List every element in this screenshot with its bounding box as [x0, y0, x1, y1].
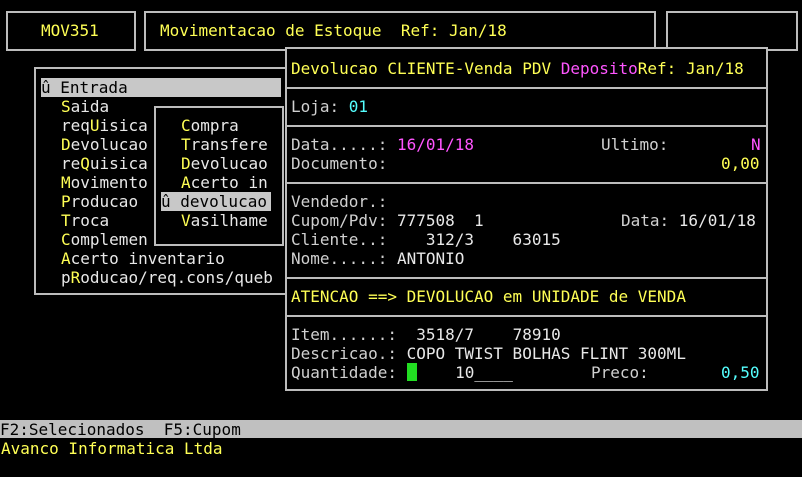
cliente-row: Cliente..: 312/3 63015	[291, 230, 561, 249]
company-name: Avanco Informatica Ltda	[1, 439, 223, 458]
warning-message: ATENCAO ==> DEVOLUCAO em UNIDADE de VEND…	[291, 287, 686, 306]
dialog-divider	[287, 182, 766, 184]
loja-row: Loja: 01	[291, 97, 369, 116]
cupom-row: Cupom/Pdv: 777508 1	[291, 211, 484, 230]
submenu-item-transfere[interactable]: Transfere	[181, 135, 268, 154]
preco-label: Preco:	[591, 363, 649, 382]
dialog-divider	[287, 125, 766, 127]
documento-value[interactable]: 0,00	[721, 154, 760, 173]
function-key-bar[interactable]: F2:Selecionados F5:Cupom	[0, 420, 802, 439]
preco-value[interactable]: 0,50	[721, 363, 760, 382]
descricao-value: COPO TWIST BOLHAS FLINT 300ML	[406, 344, 686, 363]
item-row: Item......: 3518/7 78910	[291, 325, 561, 344]
program-code: MOV351	[41, 21, 99, 40]
submenu-item-devolucao[interactable]: Devolucao	[181, 154, 268, 173]
data-row: Data.....: 16/01/18	[291, 135, 475, 154]
menu-item-producao[interactable]: Producao	[61, 192, 138, 211]
menu-item-movimento[interactable]: Movimento	[61, 173, 148, 192]
submenu-item-acerto-in[interactable]: Acerto in	[181, 173, 268, 192]
dialog-divider	[287, 87, 766, 89]
cliente-value: 312/3 63015	[387, 230, 561, 249]
item-value: 3518/7 78910	[396, 325, 561, 344]
documento-label: Documento:	[291, 154, 388, 173]
cupom-data: Data: 16/01/18	[621, 211, 756, 230]
quantidade-input[interactable]: 10____	[417, 363, 513, 382]
menu-item-requisica[interactable]: reqUisica	[61, 116, 148, 135]
nome-value: ANTONIO	[396, 249, 465, 268]
quantidade-row: Quantidade: 10____	[291, 363, 513, 382]
menu-item-saida[interactable]: Saida	[61, 97, 109, 116]
data-value: 16/01/18	[396, 135, 475, 154]
nome-row: Nome.....: ANTONIO	[291, 249, 465, 268]
dialog-divider	[287, 315, 766, 317]
submenu-item-compra[interactable]: Compra	[181, 116, 239, 135]
menu-item-producao-req[interactable]: pRoducao/req.cons/queb	[61, 268, 273, 287]
cupom-data-value: 16/01/18	[678, 211, 756, 230]
text-cursor	[406, 363, 417, 381]
ultimo-label: Ultimo:	[601, 135, 669, 154]
ultimo-value[interactable]: N	[751, 135, 761, 154]
loja-value: 01	[348, 97, 369, 116]
submenu-item-devolucao-selected[interactable]: û devolucao	[161, 192, 271, 211]
header-right-box	[666, 11, 798, 51]
descricao-row: Descricao.: COPO TWIST BOLHAS FLINT 300M…	[291, 344, 686, 363]
menu-item-devolucao[interactable]: Devolucao	[61, 135, 148, 154]
cupom-value: 777508 1	[396, 211, 484, 230]
dialog-title: Devolucao CLIENTE-Venda PDV DepositoRef:…	[291, 59, 744, 78]
menu-item-requisica-2[interactable]: reQuisica	[61, 154, 148, 173]
header-title: Movimentacao de Estoque Ref: Jan/18	[160, 21, 507, 40]
submenu-item-vasilhame[interactable]: Vasilhame	[181, 211, 268, 230]
dialog-divider	[287, 277, 766, 279]
menu-item-acerto-inventario[interactable]: Acerto inventario	[61, 249, 225, 268]
menu-item-entrada[interactable]: û Entrada	[41, 78, 281, 97]
vendedor-label: Vendedor.:	[291, 192, 388, 211]
menu-item-troca[interactable]: Troca	[61, 211, 109, 230]
menu-item-complemen[interactable]: Complemen	[61, 230, 148, 249]
